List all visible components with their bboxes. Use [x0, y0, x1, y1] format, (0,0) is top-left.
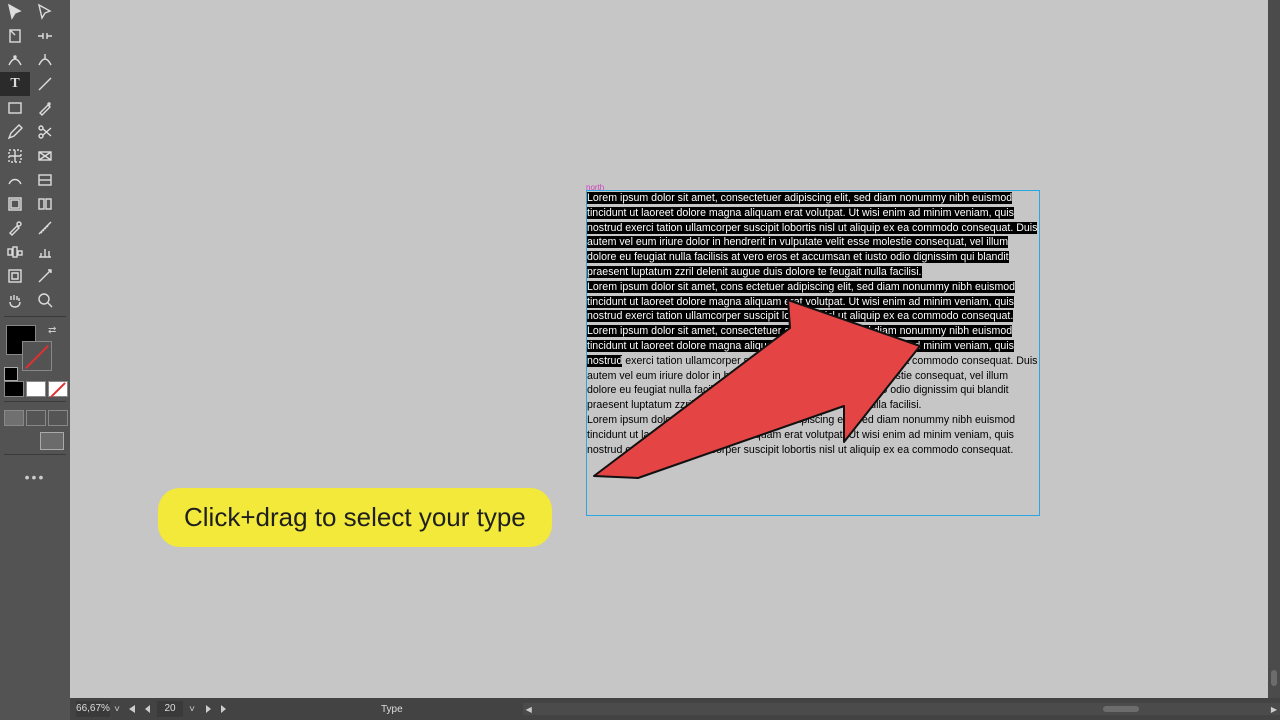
instruction-callout: Click+drag to select your type	[158, 488, 552, 547]
text-frame[interactable]: Lorem ipsum dolor sit amet, consectetuer…	[586, 190, 1040, 516]
screen-mode-row	[0, 426, 70, 450]
toolbox-separator-2	[4, 401, 66, 402]
text-frame-paragraph[interactable]: Lorem ipsum dolor sit amet, cons ectetue…	[587, 280, 1039, 324]
status-bar: 66,67% ˅ 20 ˅ Type ◀ ▶	[70, 698, 1280, 720]
screen-mode-icon[interactable]	[40, 432, 64, 450]
toolbox-panel: T ⇄ •••	[0, 0, 70, 720]
toolbox-separator	[4, 316, 66, 317]
page-dropdown-icon[interactable]: ˅	[185, 702, 199, 716]
last-page-button[interactable]	[217, 702, 231, 716]
color-theme-tool[interactable]	[30, 192, 60, 216]
apply-color-black[interactable]	[4, 381, 24, 397]
apply-color-gradient[interactable]	[26, 381, 46, 397]
view-preview-icon[interactable]	[26, 410, 46, 426]
first-page-button[interactable]	[125, 702, 139, 716]
zoom-level-field[interactable]: 66,67%	[76, 701, 110, 717]
status-mode-label: Type	[381, 704, 403, 715]
gradient-swatch-tool[interactable]	[0, 168, 30, 192]
free-transform-tool[interactable]	[0, 144, 30, 168]
horizontal-scrollbar[interactable]: ◀ ▶	[523, 703, 1280, 715]
hscroll-right-arrow[interactable]: ▶	[1268, 703, 1280, 715]
hand-tool[interactable]	[0, 288, 30, 312]
tool-grid: T	[0, 0, 70, 312]
hscroll-left-arrow[interactable]: ◀	[523, 703, 535, 715]
default-fill-stroke-icon[interactable]	[4, 367, 18, 381]
selection-tool[interactable]	[0, 0, 30, 24]
toolbox-separator-3	[4, 454, 66, 455]
zoom-dropdown-icon[interactable]: ˅	[111, 702, 123, 716]
view-mode-row	[0, 406, 70, 426]
prev-page-button[interactable]	[141, 702, 155, 716]
edit-toolbar-button[interactable]: •••	[0, 469, 70, 485]
gap-tool[interactable]	[30, 24, 60, 48]
view-bleed-icon[interactable]	[48, 410, 68, 426]
scissors-tool[interactable]	[30, 120, 60, 144]
fill-stroke-area: ⇄	[0, 321, 70, 381]
content-collector-tool[interactable]	[0, 48, 30, 72]
apply-color-none[interactable]	[48, 381, 68, 397]
rectangle-frame-tool[interactable]	[0, 96, 30, 120]
gradient-feather-tool[interactable]	[30, 168, 60, 192]
pen-tool[interactable]	[30, 96, 60, 120]
smooth-tool[interactable]	[0, 240, 30, 264]
view-normal-icon[interactable]	[4, 410, 24, 426]
text-frame-paragraph[interactable]: Lorem ipsum dolor sit amet, cons ectetue…	[587, 413, 1039, 457]
note-tool[interactable]	[0, 192, 30, 216]
measure-tool[interactable]	[30, 216, 60, 240]
type-tool[interactable]: T	[0, 72, 30, 96]
hand-tool-alt[interactable]	[30, 264, 60, 288]
canvas[interactable]: north Lorem ipsum dolor sit amet, consec…	[70, 0, 1268, 698]
text-frame-paragraph[interactable]: Lorem ipsum dolor sit amet, consectetuer…	[587, 324, 1039, 413]
line-tool[interactable]	[30, 72, 60, 96]
pencil-tool[interactable]	[0, 120, 30, 144]
direct-selection-tool[interactable]	[30, 0, 60, 24]
page-tool[interactable]	[0, 24, 30, 48]
chart-tool[interactable]	[30, 240, 60, 264]
page-number-field[interactable]: 20	[157, 701, 183, 717]
text-frame-paragraph[interactable]: Lorem ipsum dolor sit amet, consectetuer…	[587, 191, 1039, 280]
vertical-scrollbar[interactable]	[1268, 0, 1280, 698]
content-placer-tool[interactable]	[30, 48, 60, 72]
stroke-color-swatch[interactable]	[22, 341, 52, 371]
swap-fill-stroke-icon[interactable]: ⇄	[48, 325, 56, 336]
erase-tool[interactable]	[0, 264, 30, 288]
vertical-scrollbar-thumb[interactable]	[1271, 670, 1277, 686]
next-page-button[interactable]	[201, 702, 215, 716]
eyedropper-tool[interactable]	[0, 216, 30, 240]
zoom-tool[interactable]	[30, 288, 60, 312]
apply-color-row	[0, 381, 70, 397]
hscroll-thumb[interactable]	[1103, 706, 1139, 712]
rectangle-tool[interactable]	[30, 144, 60, 168]
